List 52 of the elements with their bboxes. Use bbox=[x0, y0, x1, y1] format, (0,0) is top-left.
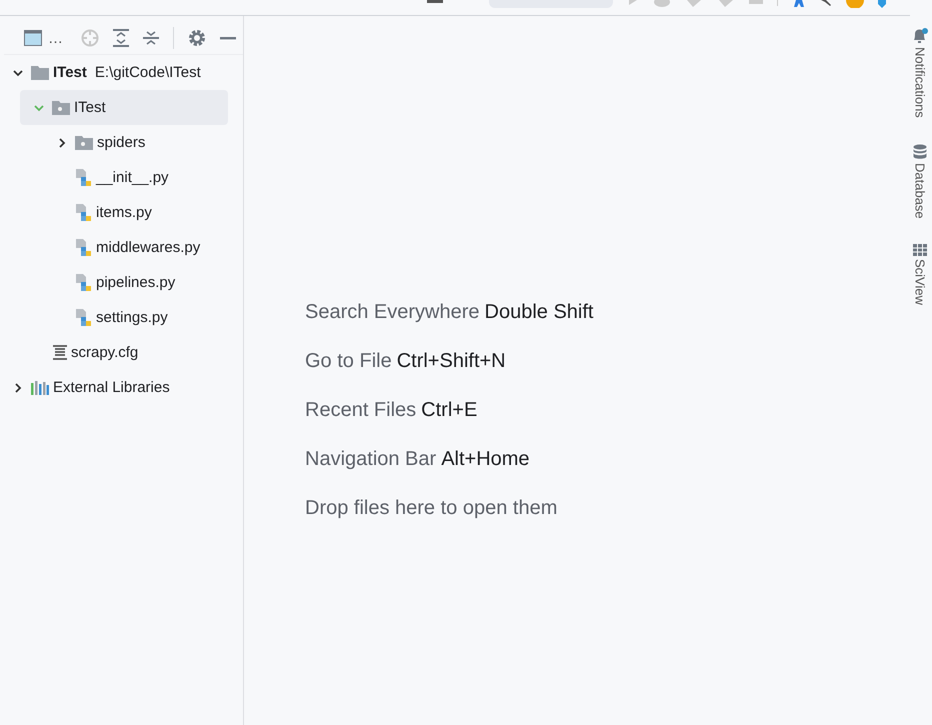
tree-item[interactable]: settings.py bbox=[4, 300, 228, 335]
bell-icon bbox=[912, 28, 928, 44]
tree-item[interactable]: External Libraries bbox=[4, 370, 228, 405]
python-file-icon bbox=[75, 238, 92, 256]
python-file-icon bbox=[75, 168, 92, 186]
tree-item-label[interactable]: settings.py bbox=[96, 309, 168, 326]
tree-item[interactable]: ITest E:\gitCode\ITest bbox=[4, 55, 228, 90]
translate-icon[interactable] bbox=[792, 0, 806, 7]
tool-window-tab[interactable]: SciView bbox=[912, 244, 928, 306]
search-icon[interactable] bbox=[820, 0, 832, 6]
tree-item-label[interactable]: items.py bbox=[96, 204, 152, 221]
panel-title[interactable]: … bbox=[48, 30, 63, 46]
tree-item-label[interactable]: ITest bbox=[74, 99, 106, 116]
grid-icon bbox=[913, 244, 927, 256]
editor-hint: Navigation Bar Alt+Home bbox=[305, 447, 531, 472]
tree-item[interactable]: middlewares.py bbox=[4, 230, 228, 265]
tree-item[interactable]: spiders bbox=[4, 125, 228, 160]
project-path: E:\gitCode\ITest bbox=[94, 64, 201, 81]
tree-item-label[interactable]: External Libraries bbox=[53, 379, 170, 396]
config-file-icon bbox=[53, 345, 67, 360]
collapse-all-icon[interactable] bbox=[143, 29, 159, 47]
tree-item[interactable]: items.py bbox=[4, 195, 228, 230]
python-file-icon bbox=[75, 204, 92, 222]
editor-hint: Recent Files Ctrl+E bbox=[305, 398, 478, 423]
expand-all-icon[interactable] bbox=[113, 29, 129, 47]
tree-item-label[interactable]: ITest bbox=[53, 64, 87, 81]
settings-icon[interactable] bbox=[188, 29, 206, 47]
package-folder-icon bbox=[75, 135, 93, 150]
tool-window-tab[interactable]: Notifications bbox=[912, 28, 928, 118]
editor-hint: Search Everywhere Double Shift bbox=[305, 300, 594, 325]
tree-item[interactable]: ITest bbox=[20, 90, 228, 125]
tool-window-tab[interactable]: Database bbox=[912, 144, 928, 218]
tree-item-label[interactable]: middlewares.py bbox=[96, 239, 200, 256]
tree-item-label[interactable]: scrapy.cfg bbox=[71, 344, 138, 361]
database-icon bbox=[913, 144, 927, 160]
python-file-icon bbox=[75, 308, 92, 326]
library-icon bbox=[31, 380, 49, 395]
window-icon[interactable] bbox=[24, 30, 42, 46]
tree-item-label[interactable]: __init__.py bbox=[96, 169, 169, 186]
package-folder-icon bbox=[52, 100, 70, 115]
tree-item[interactable]: scrapy.cfg bbox=[4, 335, 228, 370]
avatar-icon[interactable] bbox=[846, 0, 864, 8]
tree-item-label[interactable]: pipelines.py bbox=[96, 274, 176, 291]
minimize-icon[interactable] bbox=[220, 36, 236, 40]
python-file-icon bbox=[75, 274, 92, 292]
tree-item[interactable]: pipelines.py bbox=[4, 265, 228, 300]
tree-item-label[interactable]: spiders bbox=[97, 134, 146, 151]
tree-item[interactable]: __init__.py bbox=[4, 160, 228, 195]
folder-icon bbox=[31, 65, 49, 80]
editor-hint: Go to File Ctrl+Shift+N bbox=[305, 349, 507, 374]
editor-hint: Drop files here to open them bbox=[305, 496, 558, 521]
plugin-icon[interactable] bbox=[878, 0, 886, 8]
